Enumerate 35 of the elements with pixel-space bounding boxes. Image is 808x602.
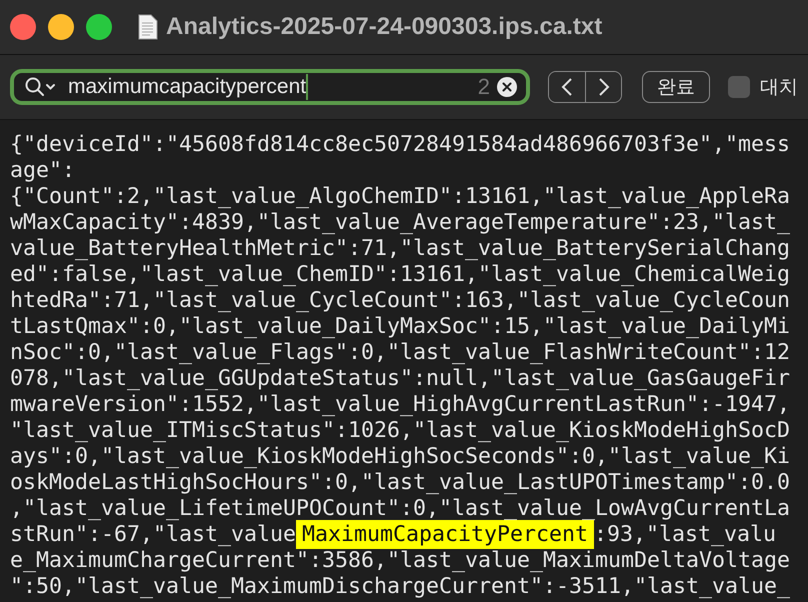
text-line: 078,"last_value_GGUpdateStatus":null,"last_value_GasGaugeFir [10, 366, 792, 392]
close-button[interactable] [10, 14, 36, 40]
next-button[interactable] [585, 72, 621, 102]
text-line: "last_value_ITMiscStatus":1026,"last_value_KioskModeHighSocD [10, 418, 792, 444]
minimize-button[interactable] [48, 14, 74, 40]
text-line: e_MaximumChargeCurrent":3586,"last_value_MaximumDeltaVoltage [10, 548, 792, 574]
text-line: tLastQmax":0,"last_value_DailyMaxSoc":15,"last_value_DailyMi [10, 314, 792, 340]
text-line: stRun":-67,"last_value MaximumCapacityPercent :93,"last_valu [10, 522, 776, 548]
text-line: {"deviceId":"45608fd814cc8ec50728491584ad486966703f3e","mess [10, 132, 792, 158]
text-line: age": [10, 158, 76, 184]
text-line: htedRa":71,"last_value_CycleCount":163,"last_value_CycleCoun [10, 288, 792, 314]
text-line: {"Count":2,"last_value_AlgoChemID":13161,"last_value_AppleRa [10, 184, 792, 210]
text-line: oskModeLastHighSocHours":0,"last_value_LastUPOTimestamp":0.0 [10, 470, 792, 496]
done-button[interactable]: 완료 [642, 71, 710, 103]
document-icon [138, 14, 158, 40]
text-line: nSoc":0,"last_value_Flags":0,"last_value_FlashWriteCount":12 [10, 340, 792, 366]
text-line: ed":false,"last_value_ChemID":13161,"last_value_ChemicalWeig [10, 262, 792, 288]
chevron-left-icon [561, 78, 573, 96]
window-title: Analytics-2025-07-24-090303.ips.ca.txt [166, 13, 602, 41]
search-field[interactable]: maximumcapacitypercent 2 [10, 69, 530, 105]
text-line: wMaxCapacity":4839,"last_value_AverageTemperature":23,"last_ [10, 210, 792, 236]
chevron-right-icon [598, 78, 610, 96]
search-query: maximumcapacitypercent [68, 75, 306, 99]
search-icon [24, 76, 56, 98]
text-line: mwareVersion":1552,"last_value_HighAvgCurrentLastRun":-1947, [10, 392, 792, 418]
replace-checkbox[interactable] [728, 76, 750, 98]
text-line: ays":0,"last_value_KioskModeHighSocSeconds":0,"last_value_Ki [10, 444, 792, 470]
text-line: ,"last_value_LifetimeUPOCount":0,"last_value_LowAvgCurrentLa [10, 496, 792, 522]
text-line: ":50,"last_value_MaximumDischargeCurrent":-3511,"last_value_ [10, 574, 792, 600]
clear-icon[interactable] [496, 76, 518, 98]
search-highlight: MaximumCapacityPercent [296, 520, 594, 549]
match-count: 2 [478, 74, 490, 100]
text-line: value_BatteryHealthMetric":71,"last_value_BatterySerialChang [10, 236, 792, 262]
zoom-button[interactable] [86, 14, 112, 40]
replace-label: 대치 [760, 75, 798, 100]
